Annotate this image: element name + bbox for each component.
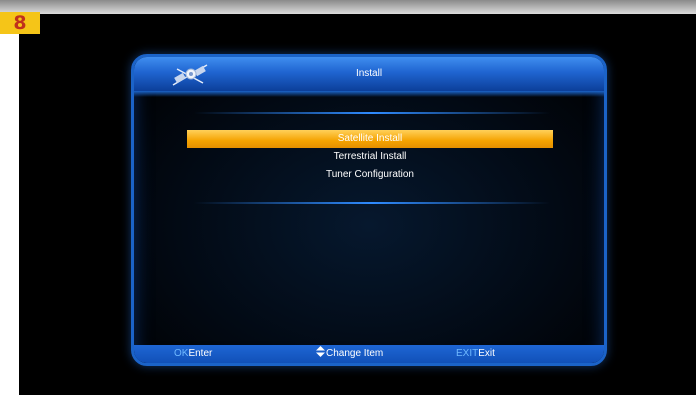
exit-key-label: EXIT [456,348,479,359]
header-glow [134,91,604,97]
panel-header: Install [134,57,604,91]
separator-top [194,112,550,114]
ok-key-label: OK [174,348,189,359]
menu-item-satellite-install[interactable]: Satellite Install [187,130,553,148]
top-strip [0,0,696,14]
change-item-label: Change Item [326,348,384,359]
exit-hint: EXITExit [456,345,495,363]
separator-bottom [194,202,550,204]
install-panel: Install Satellite Install Terrestrial In… [131,54,607,366]
up-down-arrow-icon [316,346,325,357]
tv-screen: Install Satellite Install Terrestrial In… [19,14,696,395]
menu-item-terrestrial-install[interactable]: Terrestrial Install [187,148,553,166]
install-menu: Satellite Install Terrestrial Install Tu… [187,130,553,184]
step-badge: 8 [0,12,40,34]
menu-item-tuner-configuration[interactable]: Tuner Configuration [187,166,553,184]
exit-action-label: Exit [478,348,495,359]
window-title: Install [355,68,383,79]
change-item-hint: Change Item [316,345,383,363]
ok-action-label: Enter [188,348,213,359]
hint-bar: OKEnter Change Item EXITExit [134,345,604,363]
left-strip [0,14,19,395]
ok-hint: OKEnter [174,345,212,363]
